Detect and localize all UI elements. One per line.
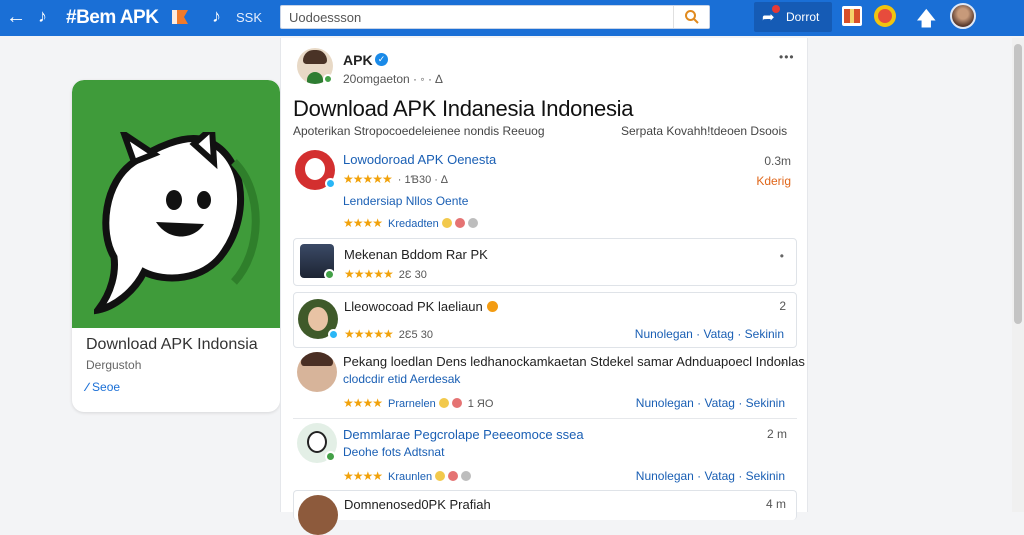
item-actions[interactable]: Nunolegan · Vatag · Sekinin [636, 469, 785, 483]
emoji-icon [448, 471, 459, 481]
skk-link[interactable]: SSK [236, 10, 262, 25]
item-title[interactable]: Mekenan Bddom Rar PK [344, 247, 488, 262]
top-bar: ← ♪ #Bem APK ♪ SSK ➦ Dorrot 🡅 [0, 0, 1024, 36]
list-item[interactable]: Domnenosed0PK Prafiah 4 m [293, 490, 797, 535]
online-indicator [323, 74, 333, 84]
back-arrow-icon[interactable]: ← [6, 6, 26, 28]
item-tag[interactable]: Prarnelen [388, 398, 436, 410]
save-label: Seoe [92, 380, 121, 394]
emoji-icon [451, 398, 462, 408]
music-note-icon: ♪ [212, 6, 221, 26]
app-developer: Dergustoh [86, 358, 142, 372]
item-subtitle[interactable]: clodcdir etid Aerdesak [343, 372, 460, 386]
item-tag[interactable]: Kraunlen [388, 471, 432, 483]
star-rating: ★★★★★ · 1Ɓ30 · ∆ [343, 172, 448, 186]
post-subtitle: Apoterikan Stropocoedeleienee nondis Ree… [293, 124, 545, 138]
list-item[interactable]: Pekang loedlan Dens ledhanockamkaetan St… [293, 350, 805, 416]
item-title[interactable]: Pekang loedlan Dens ledhanockamkaetan St… [343, 354, 805, 369]
app-icon [72, 80, 280, 328]
item-time: 2 [779, 299, 786, 313]
post-subtitle-right: Serpata Kovahh!tdeoen Dsoois [621, 124, 788, 138]
post-panel: APK ✓ 20omgaeton · ◦ · ∆ ••• Download AP… [280, 38, 808, 535]
item-time: 0.3m [764, 154, 791, 168]
list-item[interactable]: Lowodoroad APK Oenesta ★★★★★ · 1Ɓ30 · ∆ L… [293, 142, 797, 236]
item-subtitle[interactable]: Lendersiap Nllos Oente [343, 194, 468, 208]
save-link[interactable]: ∕ Seoe [86, 380, 120, 394]
emoji-icon [467, 218, 478, 228]
item-title[interactable]: Lleowocoad PK laeliaun [344, 299, 498, 314]
online-badge [325, 451, 336, 462]
item-title-text: Lleowocoad PK laeliaun [344, 299, 483, 314]
rating-text: · 1Ɓ30 · ∆ [397, 174, 448, 186]
emoji-icon [454, 218, 465, 228]
tag-icon[interactable] [170, 7, 192, 27]
emoji-icon [438, 398, 449, 408]
emoji-icon [461, 471, 472, 481]
item-avatar [297, 352, 337, 392]
more-options-icon[interactable]: ••• [779, 50, 795, 64]
rating-text: 2Ɛ 30 [398, 269, 427, 281]
app-name: Download APK Indonsia [86, 336, 258, 353]
more-options-icon[interactable]: • [780, 249, 784, 263]
chat-cat-icon [94, 132, 260, 315]
item-subtitle[interactable]: Deohe fots Adtsnat [343, 445, 444, 459]
item-avatar [298, 495, 338, 535]
gift-icon[interactable] [842, 6, 862, 26]
author-name[interactable]: APK [343, 52, 373, 68]
search-icon [685, 10, 699, 24]
scrollbar-thumb[interactable] [1014, 44, 1022, 324]
bookmark-icon: ∕ [86, 380, 89, 394]
item-title[interactable]: Demmlarae Pegcrolape Peeeomoce ssea [343, 427, 584, 442]
list-item[interactable]: Mekenan Bddom Rar PK ★★★★★ 2Ɛ 30 • [293, 238, 797, 286]
notification-dot [772, 5, 780, 13]
search-button[interactable] [673, 6, 709, 28]
post-title: Download APK Indanesia Indonesia [293, 96, 634, 121]
emoji-icon [441, 218, 452, 228]
item-time: 2 m [766, 427, 787, 441]
star-rating: ★★★★★ 2Ɛ 30 [344, 267, 427, 281]
upload-arrow-icon[interactable]: 🡅 [916, 4, 937, 38]
star-rating: ★★★★ Prarnelen 1 ЯO [343, 396, 494, 410]
user-avatar[interactable] [950, 3, 976, 29]
more-options-icon[interactable]: • [781, 356, 785, 370]
post-meta: 20omgaeton · ◦ · ∆ [343, 72, 443, 86]
verified-badge [325, 178, 336, 189]
list-item[interactable]: Lleowocoad PK laeliaun ★★★★★ 2Ɛ5 30 2 Nun… [293, 292, 797, 348]
verified-icon: ✓ [375, 53, 388, 66]
star-rating: ★★★★ Kraunlen [343, 469, 472, 483]
rating-text: 2Ɛ5 30 [398, 329, 433, 341]
star-rating: ★★★★ Kredadten [343, 216, 478, 230]
list-item[interactable]: Demmlarae Pegcrolape Peeeomoce ssea Deoh… [293, 418, 797, 488]
app-title[interactable]: #Bem APK [66, 7, 159, 29]
emoji-icon [486, 301, 498, 312]
app-card[interactable]: Download APK Indonsia Dergustoh ∕ Seoe [72, 80, 280, 412]
music-note-icon: ♪ [38, 6, 47, 26]
search-input[interactable] [289, 8, 669, 26]
item-title[interactable]: Domnenosed0PK Prafiah [344, 497, 491, 512]
item-title[interactable]: Lowodoroad APK Oenesta [343, 152, 496, 167]
online-badge [324, 269, 335, 280]
status-label: Kderig [756, 174, 791, 188]
download-label: Dorrot [786, 10, 820, 24]
item-count: 1 ЯO [467, 398, 494, 410]
star-rating: ★★★★★ 2Ɛ5 30 [344, 327, 433, 341]
item-time: 4 m [765, 497, 786, 511]
badge-icon[interactable] [874, 5, 896, 27]
verified-badge [328, 329, 339, 340]
item-actions[interactable]: Nunolegan · Vatag · Sekinin [635, 327, 784, 341]
emoji-icon [435, 471, 446, 481]
download-button[interactable]: ➦ Dorrot [754, 2, 832, 32]
item-tag[interactable]: Kredadten [388, 218, 439, 230]
search-bar [280, 5, 710, 29]
item-actions[interactable]: Nunolegan · Vatag · Sekinin [636, 396, 785, 410]
